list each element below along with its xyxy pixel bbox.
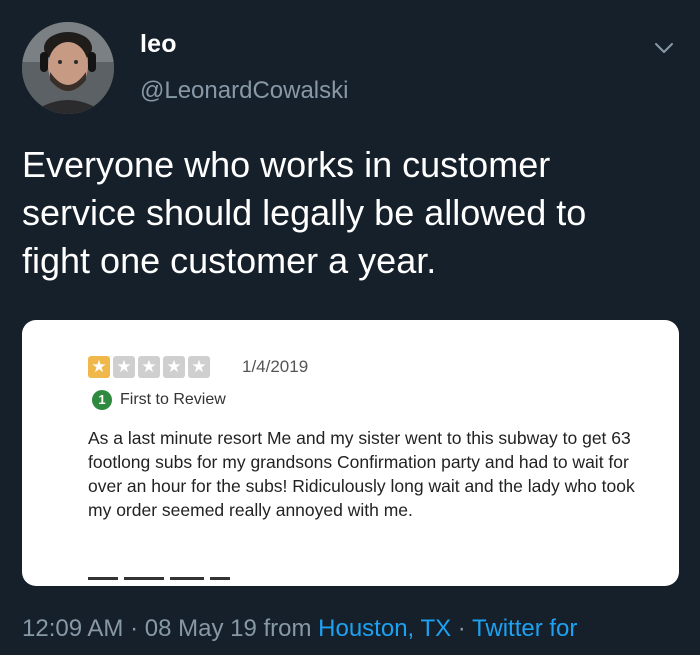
from-label: from bbox=[256, 615, 319, 642]
tweet-metadata: 12:09 AM · 08 May 19 from Houston, TX · … bbox=[22, 615, 577, 643]
tweet-date[interactable]: 08 May 19 bbox=[145, 615, 257, 642]
location-link[interactable]: Houston, TX bbox=[318, 615, 451, 642]
separator: · bbox=[451, 615, 473, 642]
avatar-image bbox=[22, 22, 114, 114]
avatar[interactable] bbox=[22, 22, 114, 114]
star-icon: ★ bbox=[113, 356, 135, 378]
star-icon: ★ bbox=[138, 356, 160, 378]
user-handle[interactable]: @LeonardCowalski bbox=[140, 77, 348, 105]
star-icon: ★ bbox=[88, 356, 110, 378]
display-name[interactable]: leo bbox=[140, 30, 177, 59]
badge-label: First to Review bbox=[120, 391, 226, 408]
tweet-card: leo @LeonardCowalski Everyone who works … bbox=[0, 0, 700, 655]
tweet-time[interactable]: 12:09 AM bbox=[22, 615, 123, 642]
tweet-text: Everyone who works in customer service s… bbox=[22, 144, 587, 281]
first-review-badge-icon: 1 bbox=[92, 390, 112, 410]
separator: · bbox=[123, 615, 145, 642]
chevron-down-icon[interactable] bbox=[652, 36, 676, 60]
star-icon: ★ bbox=[163, 356, 185, 378]
review-screenshot[interactable]: ★ ★ ★ ★ ★ 1/4/2019 1 First to Review As … bbox=[22, 320, 679, 586]
star-icon: ★ bbox=[188, 356, 210, 378]
review-body: As a last minute resort Me and my sister… bbox=[88, 428, 635, 520]
review-date: 1/4/2019 bbox=[242, 357, 309, 376]
cropped-text-line bbox=[88, 577, 268, 581]
star-rating: ★ ★ ★ ★ ★ bbox=[88, 356, 210, 378]
source-link[interactable]: Twitter for bbox=[472, 615, 577, 642]
